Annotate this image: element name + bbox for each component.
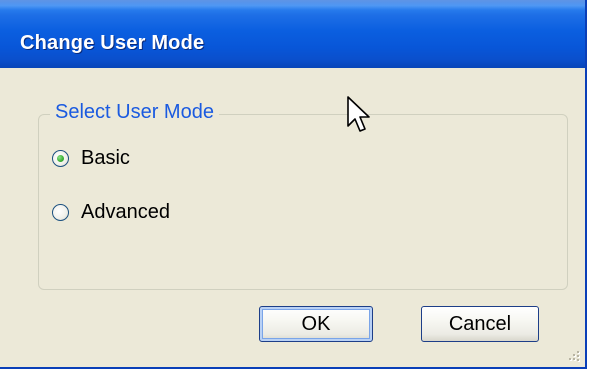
radio-basic-label[interactable]: Basic [81,147,130,170]
change-user-mode-dialog: Change User Mode Select User Mode Basic … [0,0,587,369]
radio-advanced-option[interactable]: Advanced [52,201,170,224]
radio-advanced-label[interactable]: Advanced [81,201,170,224]
cancel-button[interactable]: Cancel [421,306,539,342]
radio-basic[interactable] [52,150,69,167]
window-title: Change User Mode [20,32,205,54]
radio-advanced[interactable] [52,204,69,221]
radio-selected-dot [57,155,64,162]
groupbox-legend: Select User Mode [50,101,219,124]
mouse-pointer-icon [347,96,370,132]
resize-grip-icon[interactable] [567,349,581,363]
ok-button[interactable]: OK [259,306,373,342]
title-bar[interactable]: Change User Mode [0,0,585,68]
dialog-body: Select User Mode Basic Advanced OK Cance… [0,68,585,367]
radio-basic-option[interactable]: Basic [52,147,130,170]
